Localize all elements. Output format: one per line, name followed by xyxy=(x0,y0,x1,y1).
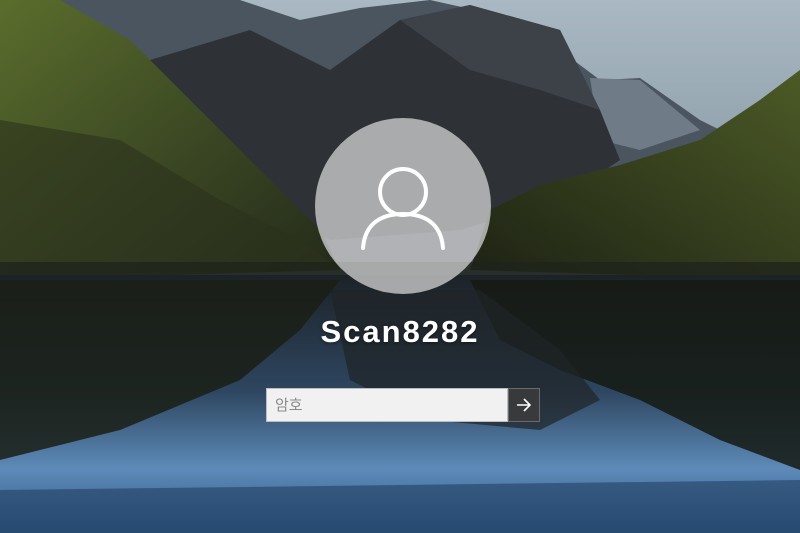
password-input[interactable] xyxy=(266,388,508,422)
username-label: Scan8282 xyxy=(320,314,480,349)
submit-button[interactable] xyxy=(508,388,540,422)
password-row xyxy=(266,388,540,422)
arrow-right-icon xyxy=(517,398,532,412)
user-silhouette-icon xyxy=(361,167,445,250)
user-avatar xyxy=(315,118,491,294)
